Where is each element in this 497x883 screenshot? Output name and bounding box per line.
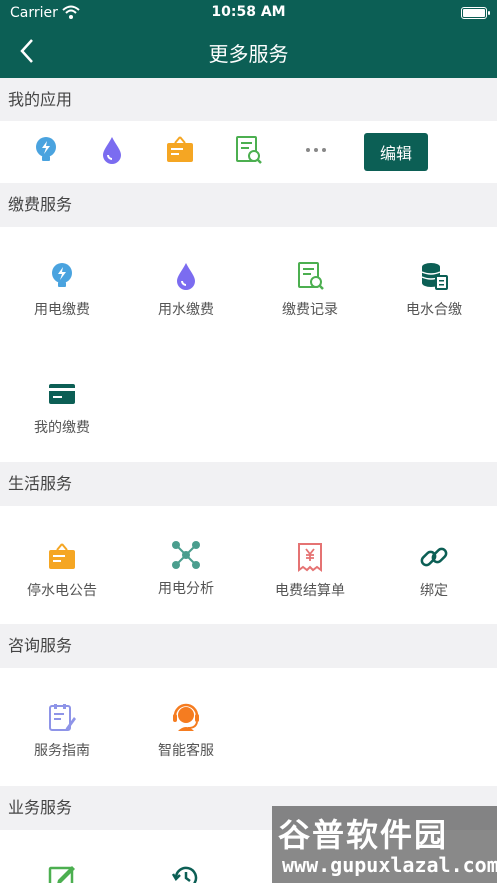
tile-label: 电水合缴 (406, 302, 462, 318)
consulting-services-panel: 服务指南 智能客服 (0, 668, 497, 786)
watermark: 谷普软件园 www.gupuxlazal.com (272, 806, 497, 883)
tile-label: 用电缴费 (34, 302, 90, 318)
notice-board-icon[interactable] (160, 130, 200, 170)
tile-label: 服务指南 (34, 743, 90, 759)
bulb-icon (45, 259, 79, 293)
water-drop-icon (169, 259, 203, 293)
watermark-url: www.gupuxlazal.com (282, 853, 497, 877)
record-search-icon[interactable] (228, 130, 268, 170)
tile-label: 用电分析 (158, 581, 214, 597)
life-services-panel: 停水电公告 用电分析 电费结算单 绑定 (0, 506, 497, 624)
page-title: 更多服务 (208, 42, 289, 66)
bulb-icon[interactable] (26, 130, 66, 170)
edit-form-icon (45, 862, 79, 883)
tile-label: 停水电公告 (27, 583, 97, 599)
tile-label: 我的缴费 (34, 420, 90, 436)
tile-label: 绑定 (420, 583, 448, 599)
tile-payment-records[interactable]: 缴费记录 (248, 259, 372, 319)
tile-my-payment[interactable]: 我的缴费 (0, 377, 124, 437)
tile-label: 智能客服 (158, 743, 214, 759)
tile-combined-payment[interactable]: 电水合缴 (372, 259, 496, 319)
tile-label: 用水缴费 (158, 302, 214, 318)
section-heading-payment: 缴费服务 (0, 183, 497, 227)
link-icon (417, 540, 451, 574)
tile-business-edit[interactable] (0, 862, 124, 883)
tile-bill-statement[interactable]: 电费结算单 (248, 540, 372, 600)
tile-label: 电费结算单 (275, 583, 345, 599)
edit-button[interactable]: 编辑 (364, 133, 428, 171)
tile-business-history[interactable] (124, 862, 248, 883)
card-icon (45, 377, 79, 411)
tile-usage-analysis[interactable]: 用电分析 (124, 538, 248, 598)
section-heading-consulting: 咨询服务 (0, 624, 497, 668)
tile-service-guide[interactable]: 服务指南 (0, 700, 124, 760)
clock: 10:58 AM (211, 4, 286, 20)
tile-water-payment[interactable]: 用水缴费 (124, 259, 248, 319)
more-dots-icon[interactable] (296, 130, 336, 170)
tile-bind[interactable]: 绑定 (372, 540, 496, 600)
notice-board-icon (45, 540, 79, 574)
status-bar: Carrier 10:58 AM (0, 0, 497, 26)
history-clock-icon (169, 862, 203, 883)
battery-icon (461, 7, 490, 19)
headset-icon (169, 700, 203, 734)
water-drop-icon[interactable] (92, 130, 132, 170)
tile-electric-payment[interactable]: 用电缴费 (0, 259, 124, 319)
guide-icon (45, 700, 79, 734)
watermark-name: 谷普软件园 (278, 816, 449, 854)
tile-smart-support[interactable]: 智能客服 (124, 700, 248, 760)
nav-bar: Carrier 10:58 AM 更多服务 (0, 0, 497, 78)
record-search-icon (293, 259, 327, 293)
coins-icon (417, 259, 451, 293)
receipt-icon (293, 540, 327, 574)
tile-outage-notice[interactable]: 停水电公告 (0, 540, 124, 600)
section-heading-life: 生活服务 (0, 462, 497, 506)
payment-services-panel: 用电缴费 用水缴费 缴费记录 电水合缴 我的缴费 (0, 227, 497, 462)
section-heading-my-apps: 我的应用 (0, 78, 497, 122)
tile-label: 缴费记录 (282, 302, 338, 318)
network-icon (169, 538, 203, 572)
